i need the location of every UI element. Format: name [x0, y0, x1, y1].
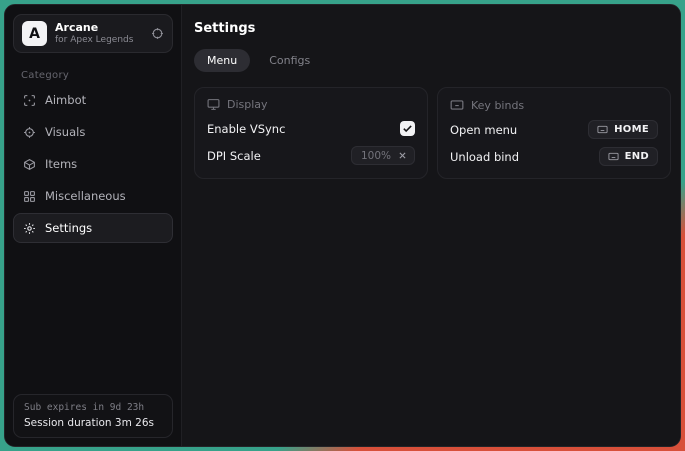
open-menu-row: Open menu HOME: [450, 120, 658, 139]
tab-bar: Menu Configs: [194, 49, 671, 72]
subscription-box: Sub expires in 9d 23h Session duration 3…: [13, 394, 173, 438]
gear-icon: [23, 222, 36, 235]
clear-icon[interactable]: [398, 151, 407, 160]
sidebar-item-label: Miscellaneous: [45, 189, 126, 203]
sidebar-item-label: Visuals: [45, 125, 85, 139]
keybinds-card-header: Key binds: [450, 98, 658, 112]
dpi-label: DPI Scale: [207, 149, 261, 163]
keyboard-icon: [597, 124, 608, 135]
settings-cards: Display Enable VSync DPI Scale 100%: [194, 87, 671, 179]
box-icon: [23, 158, 36, 171]
vsync-checkbox[interactable]: [400, 121, 415, 136]
sidebar-item-items[interactable]: Items: [13, 149, 173, 179]
arcane-logo: A: [22, 21, 47, 46]
brand-card[interactable]: A Arcane for Apex Legends: [13, 14, 173, 53]
crosshair-target-icon[interactable]: [151, 27, 164, 40]
crosshair-icon: [23, 94, 36, 107]
keybinds-card: Key binds Open menu HOME Unload bind: [437, 87, 671, 179]
sidebar-item-label: Aimbot: [45, 93, 86, 107]
vsync-label: Enable VSync: [207, 122, 285, 136]
page-title: Settings: [194, 21, 671, 36]
dpi-scale-input[interactable]: 100%: [351, 146, 415, 165]
app-window: A Arcane for Apex Legends Category: [4, 4, 681, 447]
unload-bind-label: Unload bind: [450, 150, 519, 164]
sidebar: A Arcane for Apex Legends Category: [5, 5, 182, 446]
dpi-row: DPI Scale 100%: [207, 146, 415, 165]
sidebar-item-aimbot[interactable]: Aimbot: [13, 85, 173, 115]
sub-expiry-text: Sub expires in 9d 23h: [24, 402, 162, 413]
category-label: Category: [21, 70, 181, 81]
dpi-scale-value: 100%: [361, 150, 391, 162]
sidebar-item-settings[interactable]: Settings: [13, 213, 173, 243]
grid-icon: [23, 190, 36, 203]
tab-menu[interactable]: Menu: [194, 49, 250, 72]
display-card: Display Enable VSync DPI Scale 100%: [194, 87, 428, 179]
display-card-header: Display: [207, 98, 415, 111]
unload-keybind[interactable]: END: [599, 147, 658, 166]
sidebar-item-visuals[interactable]: Visuals: [13, 117, 173, 147]
vsync-row: Enable VSync: [207, 119, 415, 138]
brand-subtitle: for Apex Legends: [55, 35, 143, 46]
sidebar-item-label: Settings: [45, 221, 92, 235]
tab-configs[interactable]: Configs: [256, 49, 323, 72]
keyboard-icon: [450, 98, 464, 112]
keybinds-card-title: Key binds: [471, 99, 524, 112]
keyboard-icon: [608, 151, 619, 162]
main-content: Settings Menu Configs Display Enable VSy…: [182, 5, 681, 446]
brand-text: Arcane for Apex Legends: [55, 21, 143, 46]
display-card-title: Display: [227, 98, 268, 111]
unload-key: END: [625, 151, 649, 162]
sidebar-item-label: Items: [45, 157, 77, 171]
focus-eye-icon: [23, 126, 36, 139]
brand-name: Arcane: [55, 21, 143, 35]
open-menu-key: HOME: [614, 124, 649, 135]
session-duration-text: Session duration 3m 26s: [24, 417, 162, 429]
sidebar-spacer: [5, 243, 181, 386]
sidebar-nav: Aimbot Visuals Items: [5, 85, 181, 243]
sidebar-item-miscellaneous[interactable]: Miscellaneous: [13, 181, 173, 211]
open-menu-keybind[interactable]: HOME: [588, 120, 658, 139]
open-menu-label: Open menu: [450, 123, 517, 137]
monitor-icon: [207, 98, 220, 111]
unload-bind-row: Unload bind END: [450, 147, 658, 166]
